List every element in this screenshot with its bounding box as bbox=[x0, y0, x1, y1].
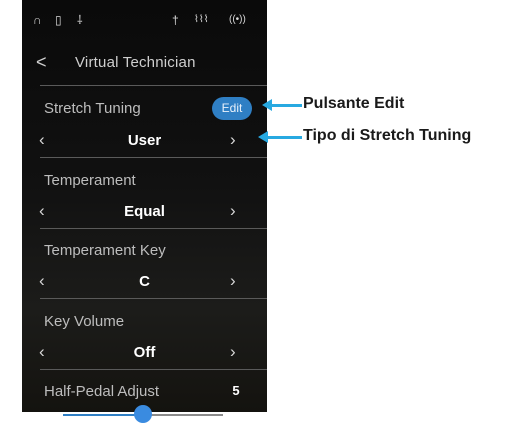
edit-button[interactable]: Edit bbox=[212, 97, 252, 120]
stretch-tuning-next-button[interactable]: › bbox=[230, 131, 236, 148]
divider bbox=[40, 85, 267, 86]
half-pedal-adjust-label: Half-Pedal Adjust bbox=[44, 383, 160, 400]
half-pedal-slider-fill bbox=[63, 414, 143, 416]
audio-wave-icon: ⌇⌇⌇ bbox=[194, 14, 209, 25]
divider bbox=[40, 369, 267, 370]
edit-callout-label: Pulsante Edit bbox=[303, 95, 405, 112]
divider bbox=[40, 228, 267, 229]
edit-callout-line bbox=[270, 104, 302, 107]
temperament-key-next-button[interactable]: › bbox=[230, 272, 236, 289]
wireless-icon: ((•)) bbox=[229, 14, 246, 25]
stretch-type-callout-label: Tipo di Stretch Tuning bbox=[303, 127, 472, 144]
stretch-type-callout-line bbox=[266, 136, 302, 139]
temperament-label: Temperament bbox=[44, 172, 136, 189]
usb-icon: ▯ bbox=[55, 13, 62, 27]
temperament-key-label: Temperament Key bbox=[44, 242, 166, 259]
page-title: Virtual Technician bbox=[75, 54, 196, 71]
divider bbox=[40, 298, 267, 299]
half-pedal-adjust-value: 5 bbox=[232, 383, 240, 398]
bluetooth-icon: ⸸ bbox=[77, 13, 83, 27]
back-button[interactable]: < bbox=[36, 53, 47, 71]
divider bbox=[40, 157, 267, 158]
key-volume-next-button[interactable]: › bbox=[230, 343, 236, 360]
status-bar: ∩ ▯ ⸸ † ⌇⌇⌇ ((•)) bbox=[22, 0, 267, 40]
microphone-icon: † bbox=[172, 13, 179, 27]
key-volume-label: Key Volume bbox=[44, 313, 125, 330]
stretch-tuning-label: Stretch Tuning bbox=[44, 100, 141, 117]
headphones-icon: ∩ bbox=[33, 13, 42, 27]
half-pedal-slider-thumb[interactable] bbox=[134, 405, 152, 423]
temperament-next-button[interactable]: › bbox=[230, 202, 236, 219]
device-screen: ∩ ▯ ⸸ † ⌇⌇⌇ ((•)) < Virtual Technician S… bbox=[22, 0, 267, 412]
title-bar: < Virtual Technician bbox=[22, 48, 267, 78]
